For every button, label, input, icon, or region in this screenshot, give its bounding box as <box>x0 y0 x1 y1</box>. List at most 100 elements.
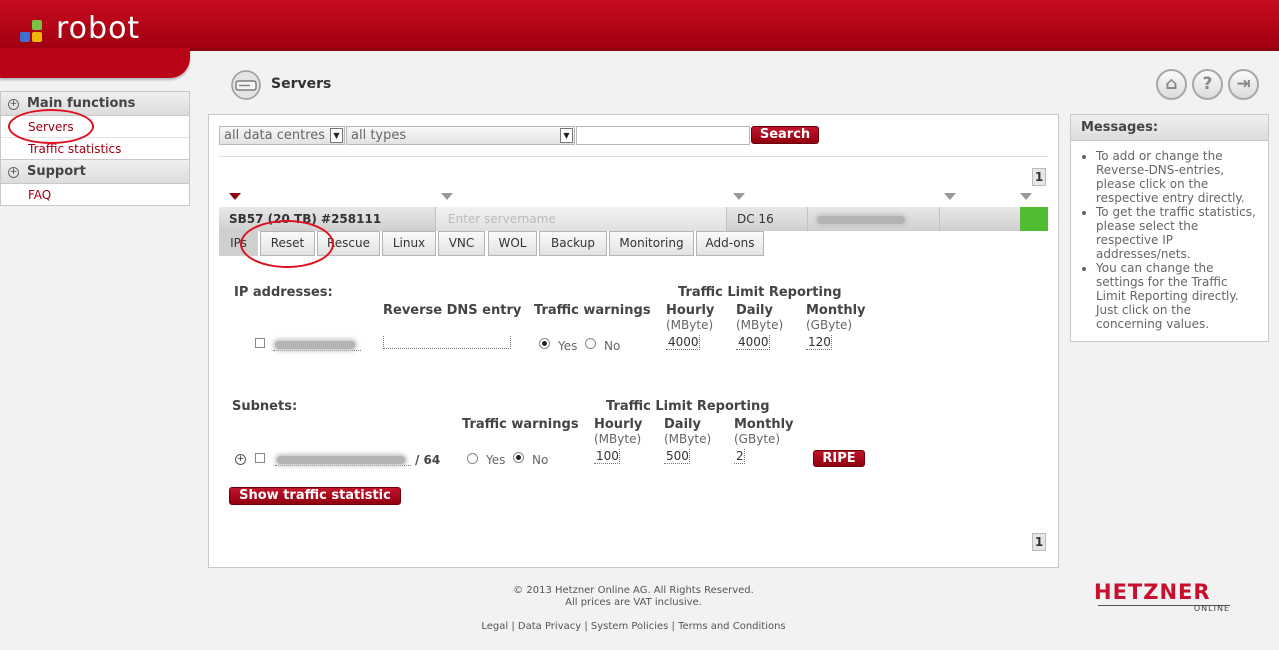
message-item: To add or change the Reverse-DNS-entries… <box>1096 149 1260 205</box>
search-input[interactable] <box>576 126 750 145</box>
subnet-yes-label: Yes <box>486 453 506 467</box>
ip-warnings-no-radio[interactable] <box>585 338 596 349</box>
footer-links: Legal | Data Privacy | System Policies |… <box>481 621 786 632</box>
subnet-daily-header: Daily <box>664 417 701 432</box>
ripe-button[interactable]: RIPE <box>813 450 865 467</box>
search-button[interactable]: Search <box>751 126 819 144</box>
tab-backup[interactable]: Backup <box>539 231 607 256</box>
subnet-monthly-unit: (GByte) <box>734 432 781 446</box>
plus-circle-icon[interactable]: + <box>235 454 246 465</box>
datacentre-select[interactable]: all data centres ▼ <box>219 126 345 145</box>
divider <box>219 156 1048 157</box>
subnet-monthly-value[interactable]: 2 <box>734 449 745 464</box>
sidebar-item-faq[interactable]: FAQ <box>1 184 189 205</box>
pager-page-1-top[interactable]: 1 <box>1032 168 1046 186</box>
status-indicator <box>1020 207 1048 231</box>
ip-daily-value[interactable]: 4000 <box>736 335 770 350</box>
subnet-no-label: No <box>532 453 549 467</box>
subnet-address-blurred[interactable] <box>275 452 411 466</box>
hetzner-wordmark: HETZNER <box>1094 580 1211 604</box>
ip-daily-header: Daily <box>736 303 773 318</box>
subnet-tlr-heading: Traffic Limit Reporting <box>606 399 770 414</box>
tab-add-ons[interactable]: Add-ons <box>696 231 764 256</box>
servers-panel: all data centres ▼ all types ▼ Search 1 … <box>208 114 1059 568</box>
sidebar: + Main functions Servers Traffic statist… <box>0 91 190 206</box>
ip-hourly-value[interactable]: 4000 <box>666 335 700 350</box>
subnet-monthly-header: Monthly <box>734 417 794 432</box>
sort-arrow-icon[interactable] <box>733 193 745 200</box>
ip-monthly-header: Monthly <box>806 303 866 318</box>
hetzner-sub: ONLINE <box>1098 605 1230 613</box>
subnets-heading: Subnets: <box>232 399 298 414</box>
sidebar-section-support: + Support FAQ <box>0 160 190 206</box>
footer-vat: All prices are VAT inclusive. <box>565 597 702 608</box>
ip-hourly-unit: (MByte) <box>666 318 714 332</box>
server-row[interactable]: SB57 (20 TB) #258111 Enter servername DC… <box>219 207 1048 231</box>
app-logo[interactable]: robot <box>56 11 140 46</box>
annotation-circle <box>240 220 334 268</box>
rdns-header: Reverse DNS entry <box>383 303 522 318</box>
messages-panel: Messages: To add or change the Reverse-D… <box>1070 114 1269 342</box>
sort-arrow-icon[interactable] <box>441 193 453 200</box>
dropdown-arrow-icon: ▼ <box>560 128 573 143</box>
plus-circle-icon: + <box>8 99 19 110</box>
ip-tlr-heading: Traffic Limit Reporting <box>678 285 842 300</box>
subnet-prefix: / 64 <box>415 453 441 467</box>
sort-arrow-icon[interactable] <box>944 193 956 200</box>
show-traffic-statistic-button[interactable]: Show traffic statistic <box>229 487 401 505</box>
logout-icon[interactable]: ⇥ <box>1228 69 1259 100</box>
subnet-checkbox[interactable] <box>255 453 265 463</box>
ip-address-blurred[interactable] <box>273 337 361 351</box>
subnet-warnings-no-radio[interactable] <box>513 452 524 463</box>
subnet-hourly-header: Hourly <box>594 417 643 432</box>
tab-linux[interactable]: Linux <box>382 231 436 256</box>
message-item: To get the traffic statistics, please se… <box>1096 205 1260 261</box>
messages-heading: Messages: <box>1071 115 1268 141</box>
ip-checkbox[interactable] <box>255 338 265 348</box>
ip-hourly-header: Hourly <box>666 303 715 318</box>
hetzner-logo[interactable]: HETZNER ONLINE <box>1094 580 1230 613</box>
rdns-entry[interactable] <box>383 336 511 349</box>
annotation-circle <box>8 109 94 144</box>
footer-link-data-privacy[interactable]: Data Privacy <box>518 621 581 632</box>
header-shadow <box>0 48 1279 51</box>
ip-warnings-yes-radio[interactable] <box>539 338 550 349</box>
type-select[interactable]: all types ▼ <box>346 126 575 145</box>
sort-arrow-icon[interactable] <box>229 193 241 200</box>
server-ip-blurred <box>817 207 917 231</box>
cell-divider <box>807 207 808 231</box>
sort-arrow-icon[interactable] <box>1020 193 1032 200</box>
ip-yes-label: Yes <box>558 339 578 353</box>
subnet-hourly-value[interactable]: 100 <box>594 449 620 464</box>
tab-monitoring[interactable]: Monitoring <box>609 231 694 256</box>
tab-vnc[interactable]: VNC <box>438 231 485 256</box>
subnet-daily-unit: (MByte) <box>664 432 712 446</box>
home-icon[interactable]: ⌂ <box>1156 69 1187 100</box>
subnet-daily-value[interactable]: 500 <box>664 449 690 464</box>
subnet-hourly-unit: (MByte) <box>594 432 642 446</box>
subnet-traffic-warnings-header: Traffic warnings <box>462 417 579 432</box>
ip-monthly-unit: (GByte) <box>806 318 853 332</box>
footer-link-terms[interactable]: Terms and Conditions <box>678 621 786 632</box>
top-header <box>0 0 1279 48</box>
datacentre-label: DC 16 <box>737 212 774 226</box>
ip-monthly-value[interactable]: 120 <box>806 335 832 350</box>
server-icon <box>231 70 261 100</box>
robot-logo-icon <box>20 20 44 44</box>
footer-link-legal[interactable]: Legal <box>481 621 508 632</box>
dropdown-arrow-icon: ▼ <box>330 128 343 143</box>
pager-page-1-bottom[interactable]: 1 <box>1032 533 1046 551</box>
messages-list: To add or change the Reverse-DNS-entries… <box>1071 149 1268 331</box>
tab-wol[interactable]: WOL <box>488 231 537 256</box>
footer-link-system-policies[interactable]: System Policies <box>591 621 668 632</box>
subnet-warnings-yes-radio[interactable] <box>467 453 478 464</box>
sidebar-heading-support[interactable]: + Support <box>1 160 189 184</box>
server-name-input[interactable]: Enter servername <box>435 207 727 231</box>
ip-traffic-warnings-header: Traffic warnings <box>534 303 651 318</box>
footer-copyright: © 2013 Hetzner Online AG. All Rights Res… <box>513 585 754 596</box>
ip-daily-unit: (MByte) <box>736 318 784 332</box>
logo-tab <box>0 48 190 78</box>
help-icon[interactable]: ? <box>1192 69 1223 100</box>
cell-divider <box>939 207 940 231</box>
page-title: Servers <box>271 76 332 92</box>
